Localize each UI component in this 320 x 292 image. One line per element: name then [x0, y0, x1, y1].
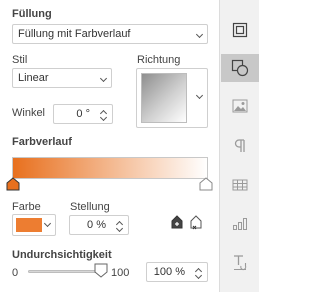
image-icon — [232, 99, 248, 113]
shape-fill-icon — [231, 59, 249, 77]
color-swatch — [16, 218, 42, 232]
style-value: Linear — [18, 72, 49, 84]
sidebar-item-table[interactable] — [221, 171, 259, 199]
paragraph-icon — [234, 139, 245, 152]
sidebar-item-shape-fill[interactable] — [221, 54, 259, 82]
opacity-slider-thumb[interactable] — [94, 263, 108, 278]
shape-settings-icon — [232, 22, 248, 38]
direction-label: Richtung — [137, 54, 181, 66]
add-gradient-stop-icon[interactable] — [170, 215, 184, 231]
style-select[interactable]: Linear — [12, 68, 112, 88]
text-art-icon — [234, 255, 247, 271]
gradient-stop-start[interactable] — [6, 177, 20, 191]
spin-down-icon[interactable] — [194, 271, 203, 280]
opacity-slider-track[interactable] — [28, 270, 102, 273]
direction-picker[interactable] — [136, 68, 208, 128]
sidebar-item-paragraph[interactable] — [221, 132, 259, 160]
sidebar-item-chart[interactable] — [221, 210, 259, 238]
spin-down-icon[interactable] — [99, 113, 108, 122]
style-label: Stil — [12, 54, 28, 66]
color-picker-button[interactable] — [12, 214, 56, 236]
chevron-down-icon — [99, 74, 108, 83]
opacity-max: 100 — [111, 267, 130, 279]
chevron-down-icon — [195, 30, 204, 39]
chevron-down-icon — [195, 91, 204, 100]
position-label: Stellung — [70, 201, 110, 213]
opacity-value: 100 % — [153, 266, 185, 278]
angle-label: Winkel — [12, 107, 46, 119]
sidebar-item-image[interactable] — [221, 92, 259, 120]
gradient-label: Farbverlauf — [12, 136, 72, 148]
gradient-stop-end[interactable] — [199, 177, 213, 191]
table-icon — [232, 179, 248, 191]
fill-type-select[interactable]: Füllung mit Farbverlauf — [12, 24, 208, 44]
direction-preview — [141, 73, 187, 123]
fill-settings-panel: Füllung Füllung mit Farbverlauf Stil Lin… — [0, 0, 219, 292]
chart-icon — [233, 218, 247, 230]
gradient-bar[interactable] — [12, 157, 208, 179]
position-spinner[interactable]: 0 % — [69, 215, 129, 235]
angle-value: 0 ° — [76, 108, 90, 120]
angle-spinner[interactable]: 0 ° — [53, 104, 113, 124]
opacity-label: Undurchsichtigkeit — [12, 249, 112, 261]
fill-label: Füllung — [12, 8, 52, 20]
sidebar-item-shape-settings[interactable] — [221, 16, 259, 44]
spin-down-icon[interactable] — [115, 224, 124, 233]
fill-type-value: Füllung mit Farbverlauf — [18, 28, 131, 40]
right-sidebar — [219, 0, 259, 292]
position-value: 0 % — [87, 219, 106, 231]
sidebar-item-text-art[interactable] — [221, 249, 259, 277]
remove-gradient-stop-icon[interactable] — [189, 215, 203, 231]
opacity-spinner[interactable]: 100 % — [146, 262, 208, 282]
color-label: Farbe — [12, 201, 41, 213]
chevron-down-icon — [43, 219, 52, 228]
opacity-min: 0 — [12, 267, 19, 279]
